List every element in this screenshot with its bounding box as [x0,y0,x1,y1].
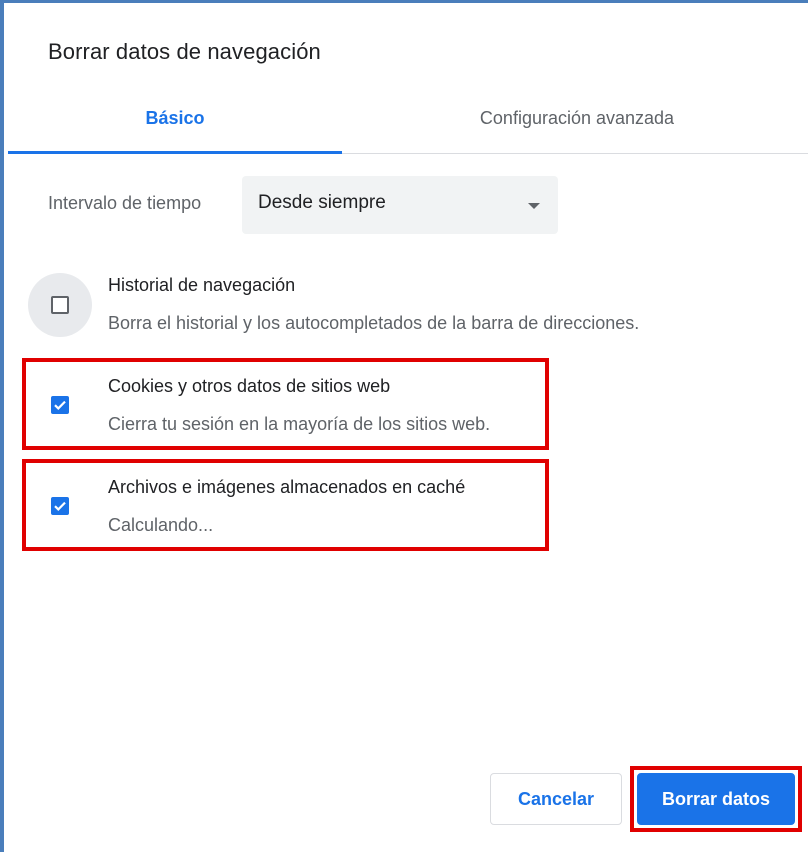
time-range-select[interactable]: Desde siempre [242,176,558,234]
cache-description: Calculando... [108,515,214,535]
clear-browsing-data-dialog: Borrar datos de navegación Básico Config… [0,0,808,852]
caret-down-icon [528,203,540,209]
cache-checkbox[interactable] [51,497,69,515]
list-item-cache: Archivos e imágenes almacenados en caché… [28,475,788,545]
history-checkbox[interactable] [51,296,69,314]
tab-basic[interactable]: Básico [8,93,342,154]
dialog-title: Borrar datos de navegación [48,39,321,64]
tab-bar: Básico Configuración avanzada [8,93,808,154]
cookies-description: Cierra tu sesión en la mayoría de los si… [108,414,491,434]
checkmark-icon [54,501,66,511]
cookies-label: Cookies y otros datos de sitios web [108,376,391,396]
time-range-label: Intervalo de tiempo [48,193,202,213]
tab-advanced[interactable]: Configuración avanzada [342,93,808,153]
history-label: Historial de navegación [108,275,296,295]
clear-data-button[interactable]: Borrar datos [637,773,795,825]
history-description: Borra el historial y los autocompletados… [108,313,640,333]
cookies-checkbox[interactable] [51,396,69,414]
cache-label: Archivos e imágenes almacenados en caché [108,477,466,497]
list-item-history: Historial de navegación Borra el histori… [28,273,788,343]
cancel-button[interactable]: Cancelar [490,773,622,825]
time-range-value: Desde siempre [258,192,386,213]
checkmark-icon [54,400,66,410]
list-item-cookies: Cookies y otros datos de sitios web Cier… [28,374,788,444]
